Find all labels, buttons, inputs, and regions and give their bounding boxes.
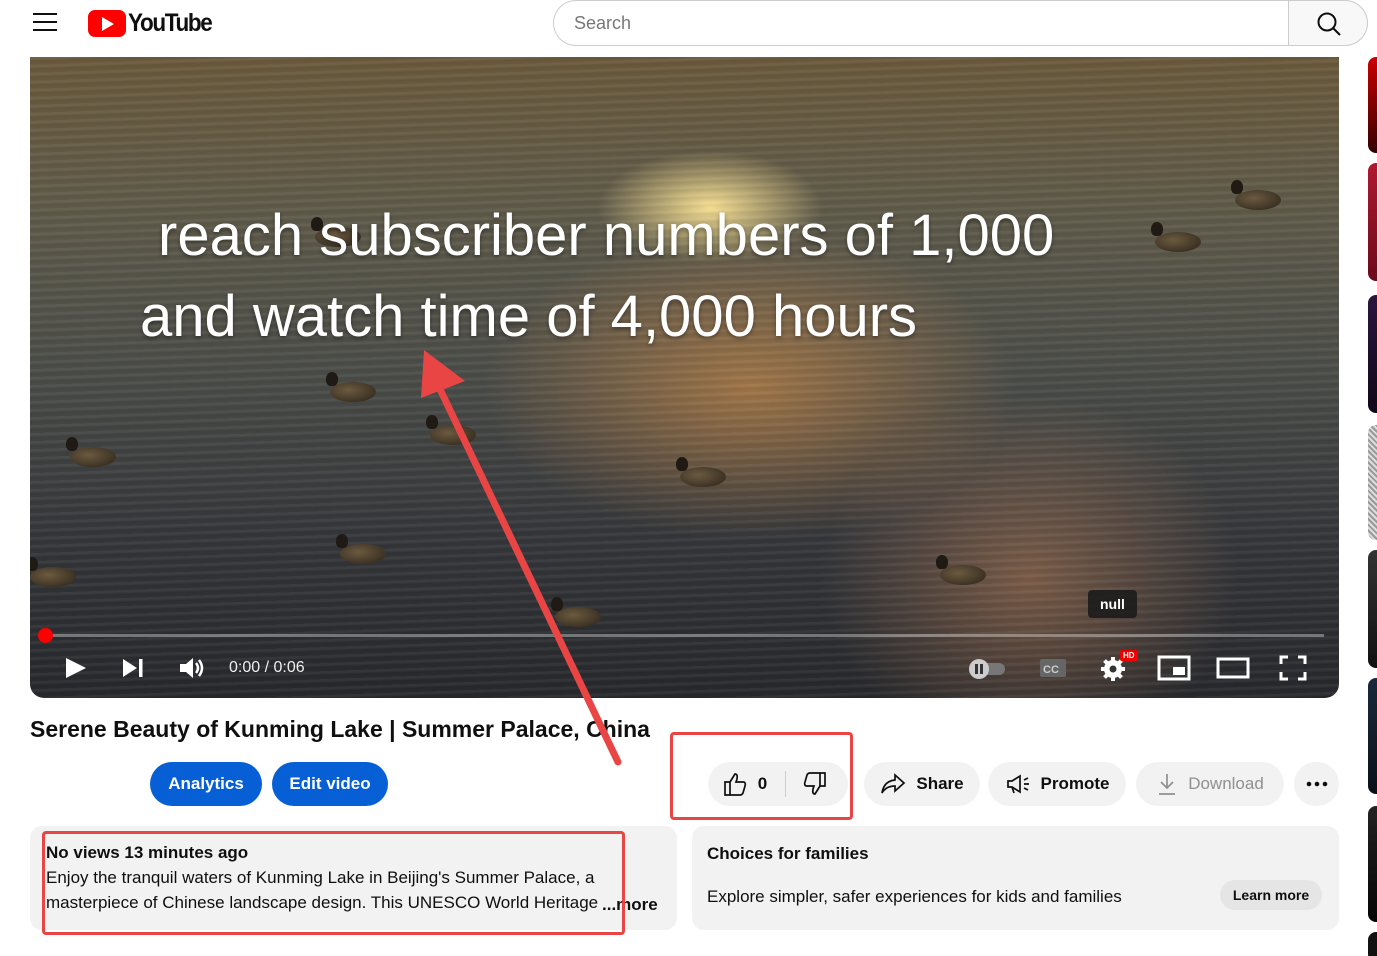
youtube-studio-watch-page: YouTube Search reach subscriber numbers … [0, 0, 1377, 956]
annotation-arrow [421, 350, 622, 766]
